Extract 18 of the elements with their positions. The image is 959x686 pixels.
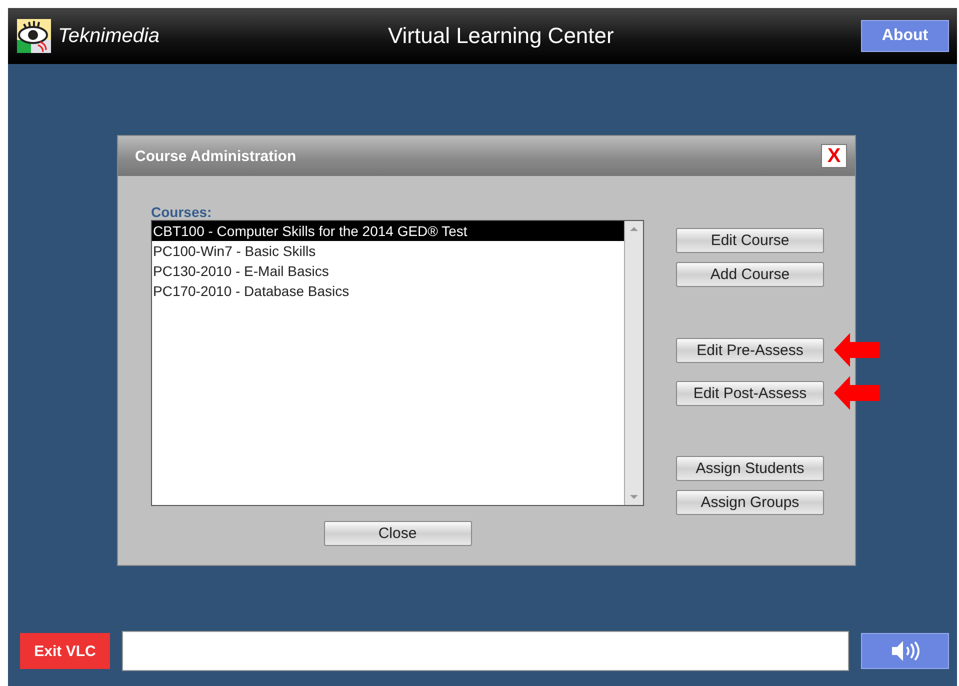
sound-button[interactable] [861, 633, 949, 669]
action-button[interactable]: Edit Pre-Assess [676, 338, 824, 362]
eye-logo-icon [16, 18, 52, 54]
action-button[interactable]: Assign Groups [676, 490, 824, 515]
dialog-x-button[interactable]: X [821, 144, 847, 168]
brand-name: Teknimedia [58, 24, 161, 48]
action-button[interactable]: Edit Post-Assess [676, 380, 824, 406]
course-item[interactable]: CBT100 - Computer Skills for the 2014 GED® Test [152, 221, 624, 241]
exit-button[interactable]: Exit VLC [20, 633, 110, 669]
dialog-title: Course Administration [135, 148, 296, 164]
speaker-icon [890, 639, 920, 663]
app-title: Virtual Learning Center [388, 23, 615, 49]
courses-label: Courses: [151, 204, 212, 220]
action-button[interactable]: Assign Students [676, 456, 824, 481]
scrollbar[interactable] [624, 221, 643, 505]
action-button[interactable]: Edit Course [676, 228, 824, 253]
action-button[interactable]: Add Course [676, 262, 824, 287]
close-dialog-button[interactable]: Close [324, 521, 472, 546]
